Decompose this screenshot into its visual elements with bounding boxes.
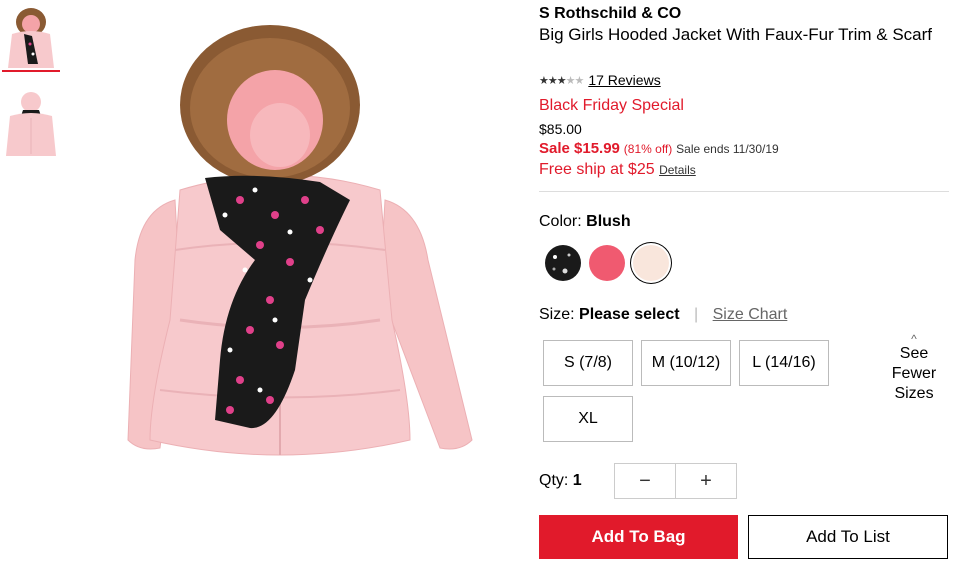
shipping-text: Free ship at $25 <box>539 161 655 178</box>
quantity-label: Qty: 1 <box>539 472 582 490</box>
add-to-bag-button[interactable]: Add To Bag <box>539 515 738 559</box>
sale-price: Sale $15.99 <box>539 140 620 157</box>
jacket-back-thumbnail-image <box>2 88 60 158</box>
shipping-offer: Free ship at $25 Details <box>539 161 696 179</box>
sale-end-date: Sale ends 11/30/19 <box>676 142 779 156</box>
swatch-pink[interactable] <box>589 245 625 281</box>
divider <box>539 191 949 192</box>
increase-quantity-button[interactable]: + <box>675 464 736 498</box>
swatch-black-star-print[interactable] <box>545 245 581 281</box>
selected-color: Blush <box>586 213 631 230</box>
size-chart-link[interactable]: Size Chart <box>713 306 788 323</box>
see-fewer-sizes-toggle[interactable]: ^ See Fewer Sizes <box>879 332 949 404</box>
fewer-line-3: Sizes <box>894 385 934 402</box>
product-brand[interactable]: S Rothschild & CO <box>539 5 681 23</box>
original-price: $85.00 <box>539 121 582 137</box>
rating-stars: ★★★★★ <box>539 74 584 87</box>
color-label: Color: Blush <box>539 213 631 231</box>
sale-price-row: Sale $15.99 (81% off) Sale ends 11/30/19 <box>539 140 779 157</box>
add-to-list-button[interactable]: Add To List <box>748 515 948 559</box>
quantity-value: 1 <box>572 472 582 489</box>
product-title: Big Girls Hooded Jacket With Faux-Fur Tr… <box>539 25 932 44</box>
size-label: Size: <box>539 306 575 323</box>
fewer-line-1: See <box>899 345 929 362</box>
swatch-blush[interactable] <box>633 245 669 281</box>
size-separator: | <box>694 306 699 323</box>
product-main-image <box>80 0 480 500</box>
fewer-line-2: Fewer <box>891 365 937 382</box>
size-row: Size: Please select | Size Chart <box>539 306 787 324</box>
rating-row: ★★★★★ 17 Reviews <box>539 72 661 88</box>
qty-label-text: Qty: <box>539 472 569 489</box>
thumbnail-front[interactable] <box>2 2 60 72</box>
shipping-details-link[interactable]: Details <box>659 163 696 177</box>
thumbnail-back[interactable] <box>2 88 60 158</box>
size-selected: Please select <box>579 306 680 323</box>
promo-label: Black Friday Special <box>539 97 684 114</box>
reviews-link[interactable]: 17 Reviews <box>588 72 660 88</box>
quantity-stepper: − + <box>614 463 737 499</box>
star-print-icon <box>545 245 581 281</box>
color-label-text: Color: <box>539 213 582 230</box>
size-option-xl[interactable]: XL <box>543 396 633 442</box>
jacket-thumbnail-image <box>2 2 60 70</box>
chevron-up-icon: ^ <box>911 332 917 346</box>
size-option-s[interactable]: S (7/8) <box>543 340 633 386</box>
size-option-l[interactable]: L (14/16) <box>739 340 829 386</box>
discount-percent: (81% off) <box>623 142 673 156</box>
decrease-quantity-button[interactable]: − <box>615 464 675 498</box>
size-option-m[interactable]: M (10/12) <box>641 340 731 386</box>
